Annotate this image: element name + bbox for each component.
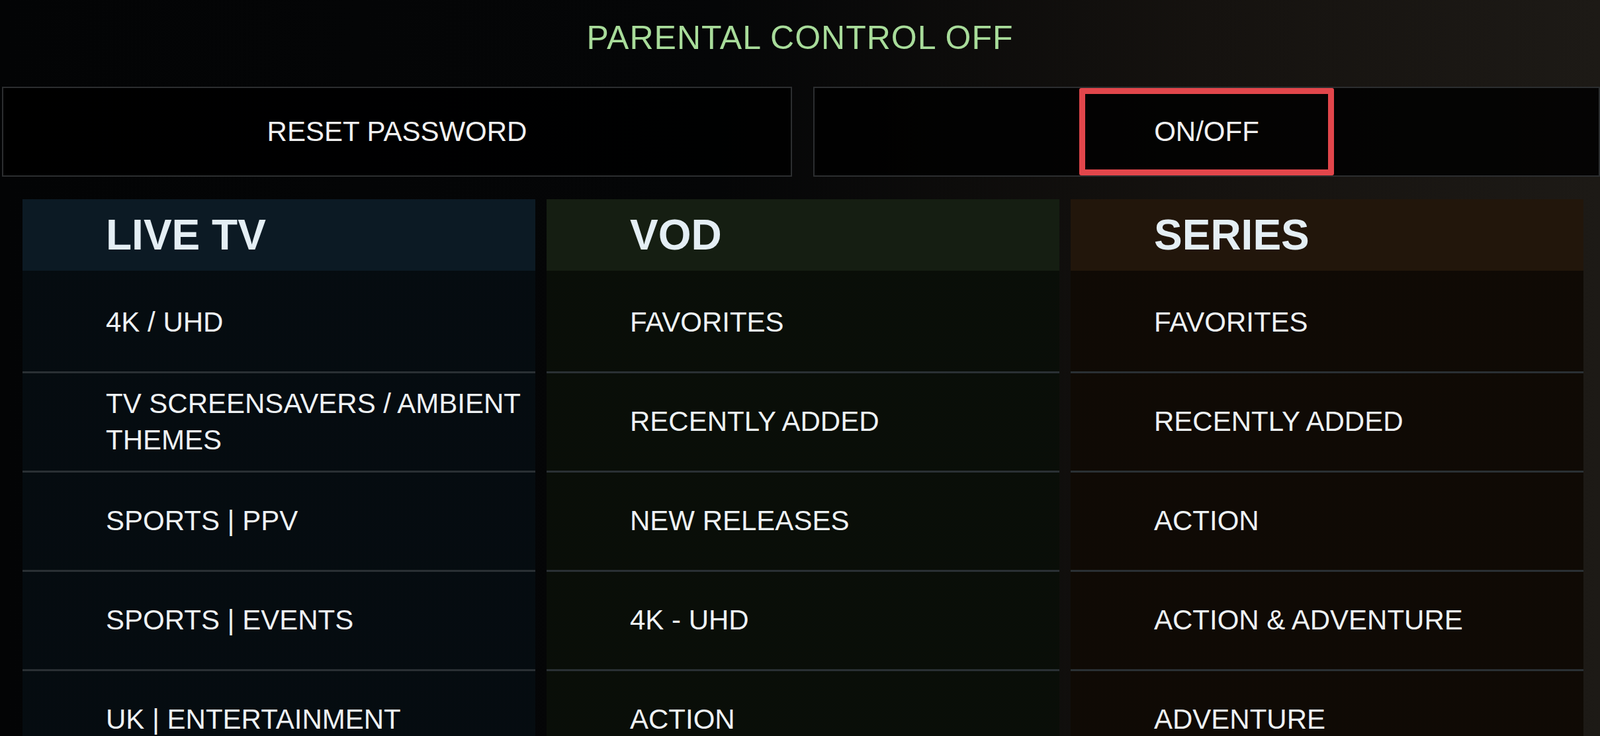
column-header: SERIES xyxy=(1070,199,1584,271)
category-row[interactable]: 4K - UHD xyxy=(546,571,1060,671)
button-panel: ON/OFF xyxy=(813,86,1600,177)
category-row[interactable]: ACTION xyxy=(546,670,1060,736)
title-bar: PARENTAL CONTROL OFF xyxy=(0,0,1600,87)
category-row[interactable]: NEW RELEASES xyxy=(546,472,1060,572)
button-row: RESET PASSWORDON/OFF xyxy=(0,86,1600,169)
category-row[interactable]: FAVORITES xyxy=(546,273,1060,374)
category-row[interactable]: SPORTS | EVENTS xyxy=(22,571,536,671)
category-row[interactable]: 4K / UHD xyxy=(22,273,536,374)
category-row[interactable]: ACTION xyxy=(1070,472,1584,572)
category-row[interactable]: TV SCREENSAVERS / AMBIENT THEMES xyxy=(22,373,536,473)
category-row[interactable]: FAVORITES xyxy=(1070,273,1584,374)
category-column: VODFAVORITESRECENTLY ADDEDNEW RELEASES4K… xyxy=(546,199,1060,736)
category-column: SERIESFAVORITESRECENTLY ADDEDACTIONACTIO… xyxy=(1070,199,1584,736)
category-row[interactable]: SPORTS | PPV xyxy=(22,472,536,572)
category-row[interactable]: ADVENTURE xyxy=(1070,670,1584,736)
button-panel: RESET PASSWORD xyxy=(1,86,793,177)
category-row[interactable]: ACTION & ADVENTURE xyxy=(1070,571,1584,671)
parental-control-screen: PARENTAL CONTROL OFFRESET PASSWORDON/OFF… xyxy=(0,0,1600,736)
column-header: VOD xyxy=(546,199,1060,271)
on-off-button[interactable]: ON/OFF xyxy=(1079,88,1334,176)
parental-control-title: PARENTAL CONTROL OFF xyxy=(586,18,1014,57)
reset-password-button[interactable]: RESET PASSWORD xyxy=(251,88,544,176)
category-column: LIVE TV4K / UHDTV SCREENSAVERS / AMBIENT… xyxy=(22,199,536,736)
category-row[interactable]: UK | ENTERTAINMENT xyxy=(22,670,536,736)
column-header: LIVE TV xyxy=(22,199,536,271)
category-row[interactable]: RECENTLY ADDED xyxy=(546,373,1060,473)
category-columns: LIVE TV4K / UHDTV SCREENSAVERS / AMBIENT… xyxy=(0,199,1600,736)
category-row[interactable]: RECENTLY ADDED xyxy=(1070,373,1584,473)
